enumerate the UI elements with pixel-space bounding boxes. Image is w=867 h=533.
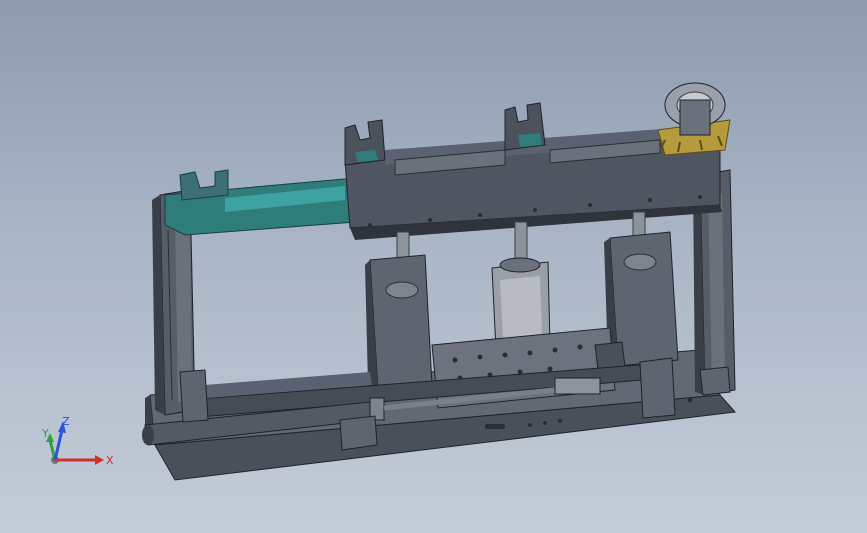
z-axis-arrow xyxy=(53,429,64,461)
teal-bracket[interactable] xyxy=(164,169,356,236)
left-bearing-block[interactable] xyxy=(365,254,433,391)
y-axis-label: Y xyxy=(41,427,49,440)
x-axis-label: X xyxy=(106,454,114,467)
x-axis-arrowhead xyxy=(95,455,104,465)
gear-assembly[interactable] xyxy=(657,82,731,156)
z-axis-label: Z xyxy=(62,415,70,428)
cad-viewport[interactable]: X Y Z xyxy=(0,0,867,533)
cad-assembly-model[interactable] xyxy=(0,0,867,533)
axis-triad: X Y Z xyxy=(41,415,114,467)
